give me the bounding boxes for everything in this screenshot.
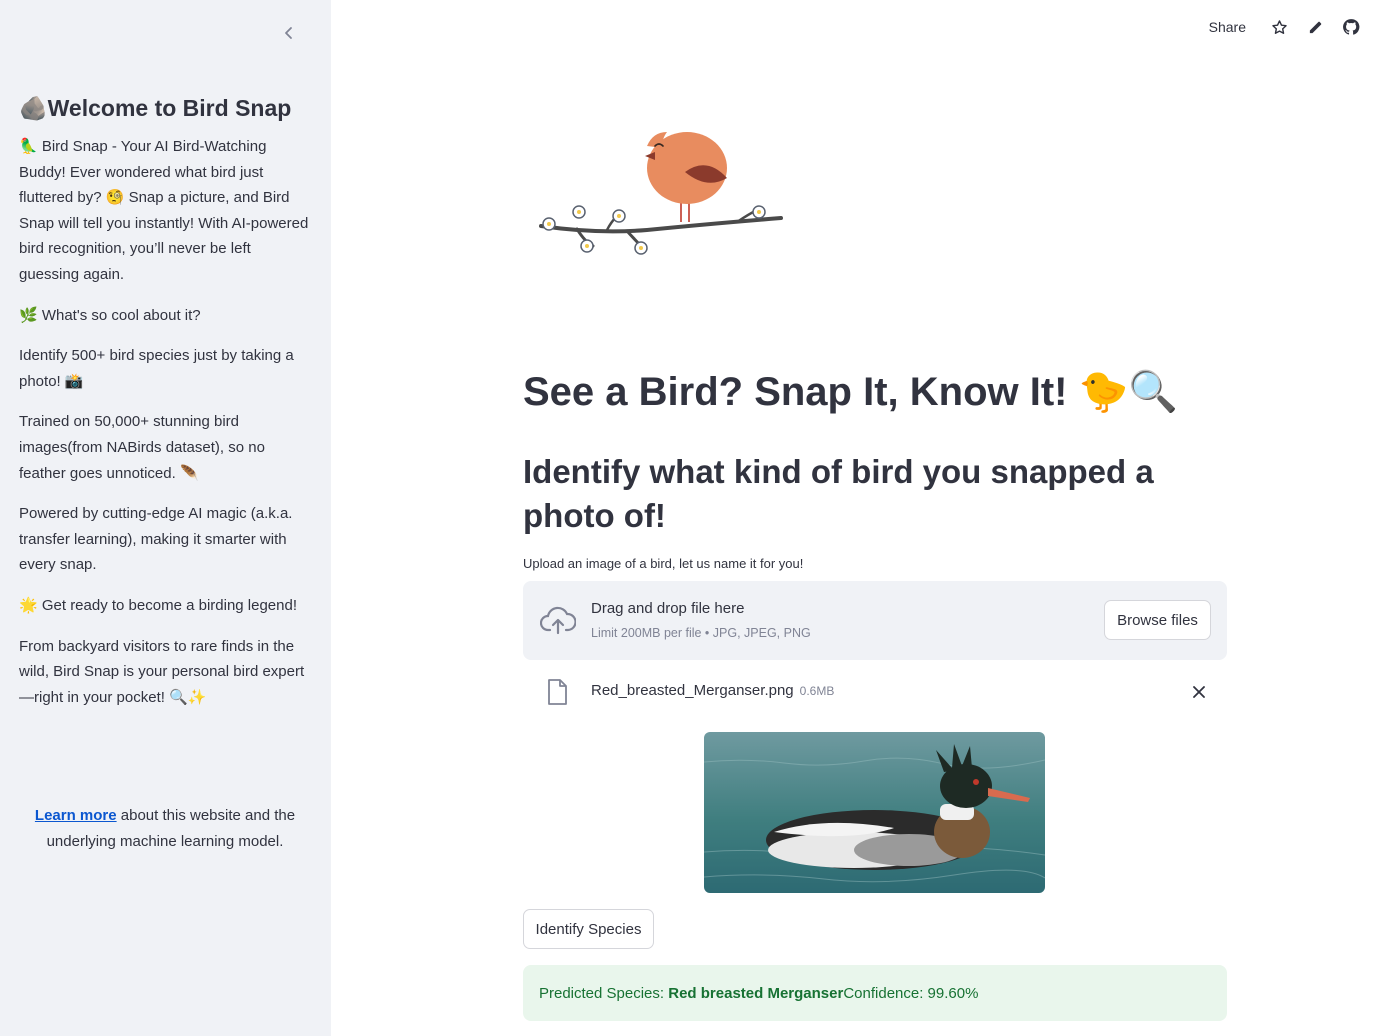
github-icon[interactable]	[1342, 18, 1360, 36]
result-confidence: Confidence: 99.60%	[843, 984, 979, 1002]
sidebar-content: 🪨Welcome to Bird Snap 🦜 Bird Snap - Your…	[19, 92, 311, 725]
file-dropzone[interactable]: Drag and drop file here Limit 200MB per …	[523, 581, 1227, 660]
identify-species-button[interactable]: Identify Species	[523, 909, 654, 949]
prediction-result: Predicted Species: Red breasted Merganse…	[523, 965, 1227, 1021]
dropzone-title: Drag and drop file here	[591, 600, 745, 617]
result-prefix: Predicted Species:	[539, 984, 665, 1002]
sidebar-intro: 🦜 Bird Snap - Your AI Bird-Watching Budd…	[19, 138, 309, 283]
collapse-sidebar-button[interactable]	[278, 22, 300, 44]
sidebar-point-species: Identify 500+ bird species just by takin…	[19, 347, 294, 390]
sidebar-cool-heading: 🌿 What's so cool about it?	[19, 306, 201, 324]
result-species: Red breasted Merganser	[668, 984, 844, 1002]
chevron-left-icon	[285, 27, 292, 39]
remove-file-button[interactable]	[1189, 682, 1209, 702]
uploaded-file-row: Red_breasted_Merganser.png 0.6MB	[523, 672, 1227, 712]
file-icon	[548, 679, 567, 705]
sidebar-point-ai: Powered by cutting-edge AI magic (a.k.a.…	[19, 505, 293, 574]
file-name: Red_breasted_Merganser.png 0.6MB	[591, 682, 834, 699]
sidebar-title: 🪨Welcome to Bird Snap	[19, 95, 292, 121]
browse-files-button[interactable]: Browse files	[1104, 600, 1211, 640]
sidebar-legend: 🌟 Get ready to become a birding legend!	[19, 596, 298, 614]
page-subtitle: Identify what kind of bird you snapped a…	[523, 453, 1154, 534]
star-icon[interactable]	[1270, 18, 1288, 36]
upload-label: Upload an image of a bird, let us name i…	[523, 556, 804, 571]
file-name-text: Red_breasted_Merganser.png	[591, 682, 794, 699]
sidebar-point-training: Trained on 50,000+ stunning bird images(…	[19, 413, 265, 482]
dropzone-limit: Limit 200MB per file • JPG, JPEG, PNG	[591, 626, 811, 640]
bird-on-branch-illustration	[537, 126, 787, 266]
learn-more-link[interactable]: Learn more	[35, 807, 117, 824]
uploaded-bird-image	[704, 732, 1045, 893]
close-icon	[1193, 686, 1205, 698]
top-toolbar: Share	[1209, 18, 1360, 36]
share-button[interactable]: Share	[1209, 19, 1246, 35]
edit-pencil-icon[interactable]	[1306, 18, 1324, 36]
sidebar-closing: From backyard visitors to rare finds in …	[19, 637, 305, 706]
cloud-upload-icon	[540, 606, 576, 635]
sidebar-footer: Learn more about this website and the un…	[19, 803, 311, 854]
page-title: See a Bird? Snap It, Know It! 🐤🔍	[523, 370, 1179, 414]
sidebar: 🪨Welcome to Bird Snap 🦜 Bird Snap - Your…	[0, 0, 331, 1036]
file-size: 0.6MB	[799, 684, 835, 698]
